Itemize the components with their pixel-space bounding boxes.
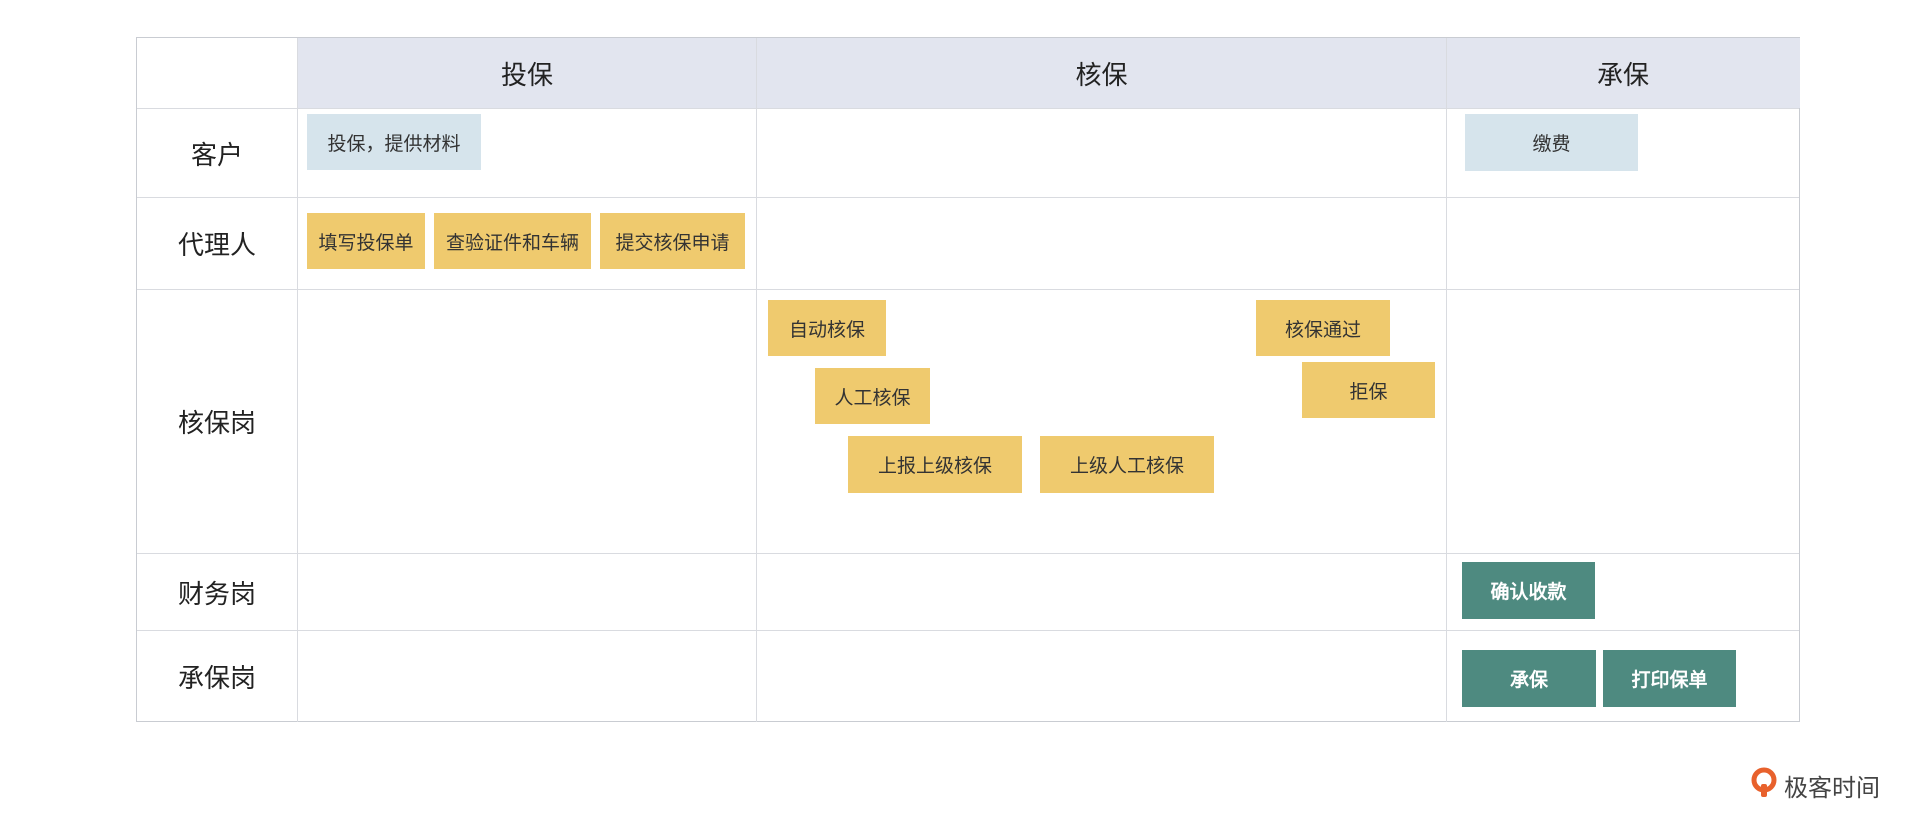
card-fill-form: 填写投保单 (307, 213, 425, 269)
grid-line (756, 38, 757, 722)
brand-label: 极客时间 (1784, 773, 1880, 802)
card-print-policy: 打印保单 (1603, 650, 1736, 707)
grid-line (297, 38, 298, 722)
card-apply-provide-materials: 投保，提供材料 (307, 114, 481, 170)
geektime-logo-icon (1750, 767, 1780, 803)
column-header-accept: 承保 (1596, 60, 1649, 91)
card-accept-policy: 承保 (1462, 650, 1596, 707)
grid-line (137, 630, 1799, 631)
row-label-issuer: 承保岗 (177, 664, 256, 694)
card-auto-review: 自动核保 (768, 300, 886, 356)
grid-line (137, 108, 1799, 109)
card-submit-review-request: 提交核保申请 (600, 213, 745, 269)
card-review-passed: 核保通过 (1256, 300, 1390, 356)
column-header-apply: 投保 (500, 60, 553, 91)
brand-watermark: 极客时间 (1750, 767, 1880, 803)
row-label-finance: 财务岗 (177, 579, 256, 610)
card-pay-premium: 缴费 (1465, 114, 1638, 171)
grid-line (137, 197, 1799, 198)
card-manual-review: 人工核保 (815, 368, 930, 424)
grid-line (137, 553, 1799, 554)
column-header-review: 核保 (1075, 60, 1128, 91)
row-label-customer: 客户 (190, 140, 243, 171)
grid-line (1446, 38, 1447, 722)
card-escalate-review: 上报上级核保 (848, 436, 1022, 493)
card-reject: 拒保 (1302, 362, 1435, 418)
row-label-underwriter: 核保岗 (177, 409, 256, 439)
card-confirm-payment: 确认收款 (1462, 562, 1595, 619)
grid-line (137, 289, 1799, 290)
row-label-agent: 代理人 (177, 231, 256, 261)
card-inspect-documents-vehicle: 查验证件和车辆 (434, 213, 591, 269)
card-senior-manual-review: 上级人工核保 (1040, 436, 1214, 493)
